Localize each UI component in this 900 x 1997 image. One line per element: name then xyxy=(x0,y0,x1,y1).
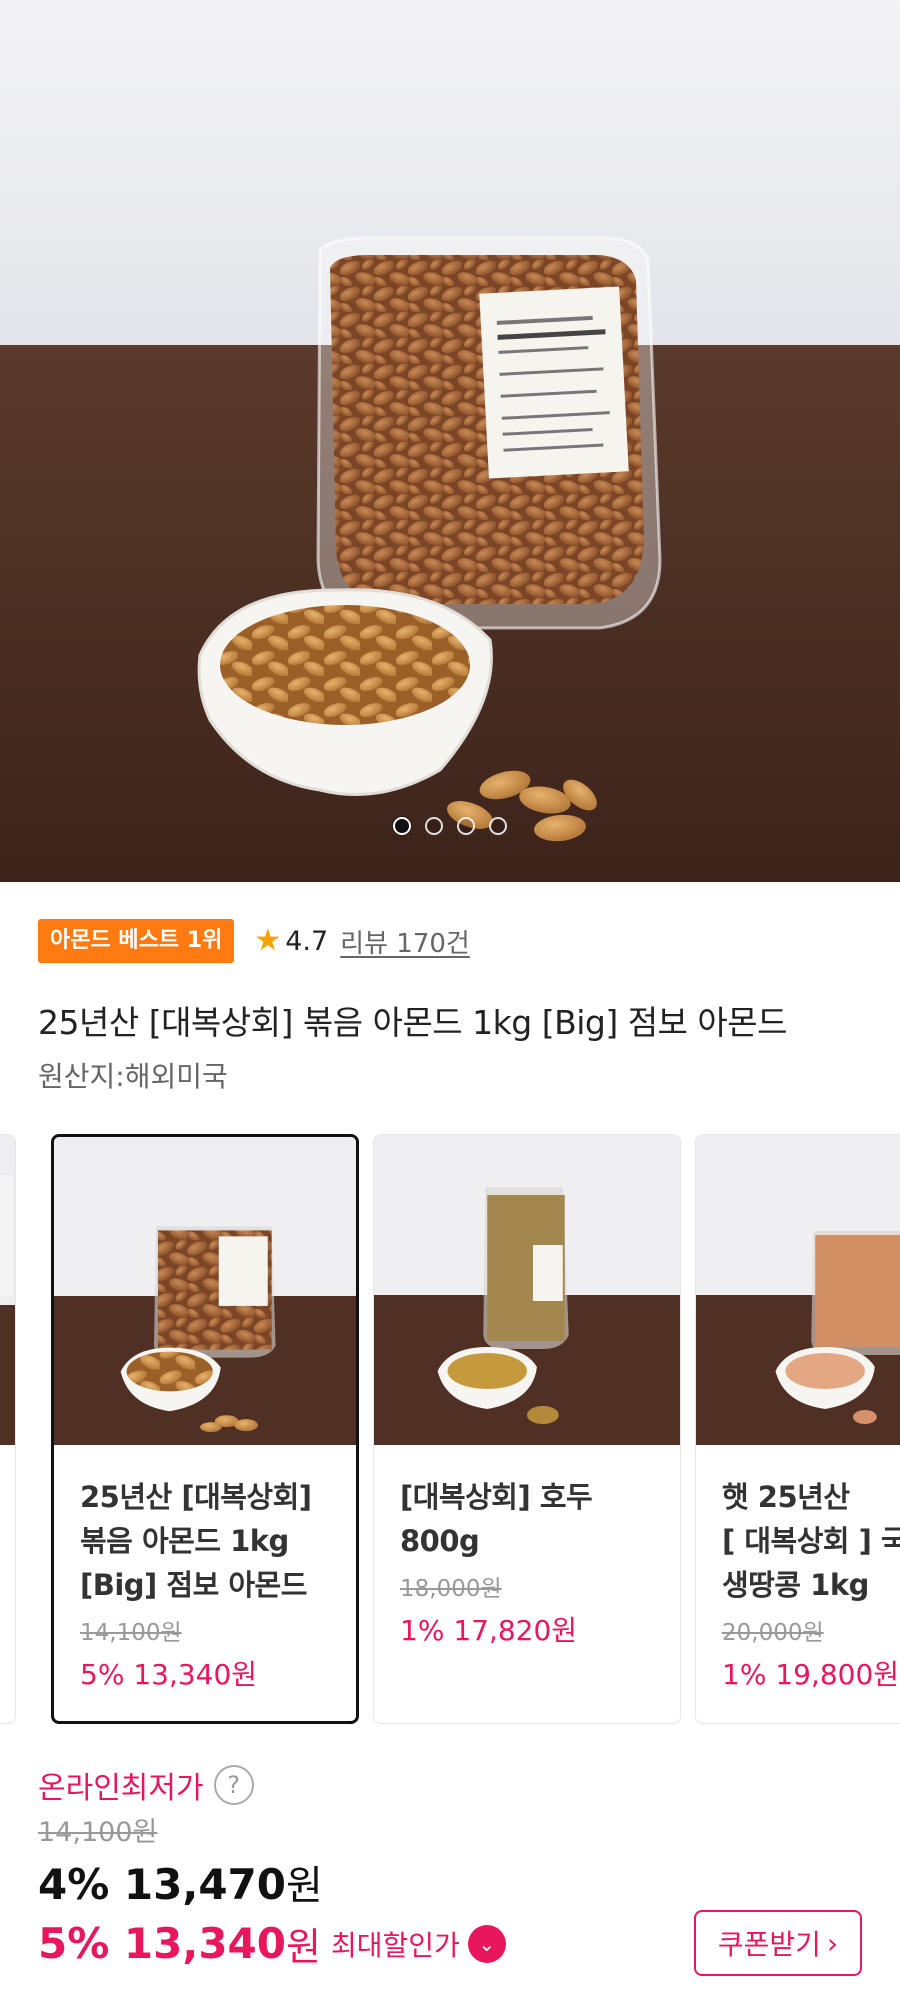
review-count-link[interactable]: 리뷰 170건 xyxy=(340,923,470,960)
max-discount-unit: 원 xyxy=(286,1925,321,1969)
chevron-right-icon: › xyxy=(826,1926,839,1960)
related-product-name: 800g xyxy=(400,1524,480,1558)
lowest-price-text: 온라인최저가 xyxy=(38,1771,204,1806)
max-discount-amount: 5% 13,340 xyxy=(38,1919,287,1968)
related-sale-price: 1% 19,800원 xyxy=(722,1658,900,1691)
product-thumbnail xyxy=(0,1135,15,1445)
carousel-dot[interactable] xyxy=(425,817,443,835)
related-product-card[interactable] xyxy=(0,1134,16,1724)
max-discount-price[interactable]: 5% 13,340 원 최대할인가 ⌄ xyxy=(38,1916,506,1971)
related-products-carousel[interactable]: 25년산 [대복상회] 볶음 아몬드 1kg [Big] 점보 아몬드 14,1… xyxy=(0,1134,900,1724)
related-product-card[interactable]: [대복상회] 호두 800g 18,000원 1% 17,820원 xyxy=(373,1134,681,1724)
get-coupon-button[interactable]: 쿠폰받기 › xyxy=(694,1910,862,1976)
related-sale-price: 1% 17,820원 xyxy=(400,1614,578,1647)
related-original-price: 18,000원 xyxy=(400,1576,502,1602)
list-price: 14,100원 xyxy=(38,1817,158,1848)
related-product-card[interactable]: 25년산 [대복상회] 볶음 아몬드 1kg [Big] 점보 아몬드 14,1… xyxy=(51,1134,359,1724)
product-thumbnail xyxy=(374,1135,680,1445)
related-product-name: [대복상회] 호두 xyxy=(400,1480,593,1514)
current-price: 4% 13,470원 xyxy=(38,1853,323,1911)
product-title: 25년산 [대복상회] 볶음 아몬드 1kg [Big] 점보 아몬드 xyxy=(38,1003,788,1042)
max-discount-label: 최대할인가 xyxy=(330,1928,460,1962)
rating-value: 4.7 xyxy=(285,925,329,957)
related-original-price: 14,100원 xyxy=(80,1620,182,1646)
related-sale-price: 5% 13,340원 xyxy=(80,1658,258,1691)
product-thumbnail xyxy=(54,1137,356,1445)
best-ranking-badge[interactable]: 아몬드 베스트 1위 xyxy=(38,919,235,963)
carousel-indicator xyxy=(0,817,900,835)
carousel-dot[interactable] xyxy=(393,817,411,835)
coupon-button-label: 쿠폰받기 xyxy=(717,1928,821,1961)
related-original-price: 20,000원 xyxy=(722,1620,824,1646)
question-icon[interactable]: ? xyxy=(213,1765,254,1805)
related-product-name: 25년산 [대복상회] xyxy=(80,1480,312,1514)
carousel-dot[interactable] xyxy=(489,817,507,835)
related-product-name: 햇 25년산 xyxy=(722,1480,850,1514)
star-icon: ★ xyxy=(254,923,282,958)
product-hero-image[interactable] xyxy=(0,0,900,882)
almond-bag-photo xyxy=(0,0,900,882)
related-product-name: 볶음 아몬드 1kg xyxy=(80,1524,289,1558)
online-lowest-price-label: 온라인최저가 ? xyxy=(38,1763,254,1807)
related-product-card[interactable]: 햇 25년산 [ 대복상회 ] 국 생땅콩 1kg 20,000원 1% 19,… xyxy=(695,1134,900,1724)
chevron-down-icon[interactable]: ⌄ xyxy=(467,1924,506,1963)
related-product-name: [Big] 점보 아몬드 xyxy=(80,1568,307,1602)
related-product-name: 생땅콩 1kg xyxy=(722,1568,869,1602)
badge-rating-row: 아몬드 베스트 1위 ★ 4.7 리뷰 170건 xyxy=(38,918,470,964)
product-thumbnail xyxy=(696,1135,900,1445)
current-price-amount: 4% 13,470 xyxy=(38,1860,287,1909)
carousel-dot[interactable] xyxy=(457,817,475,835)
origin-info: 원산지:해외미국 xyxy=(38,1060,228,1093)
related-product-name: [ 대복상회 ] 국 xyxy=(722,1524,900,1558)
current-price-unit: 원 xyxy=(286,1863,323,1909)
